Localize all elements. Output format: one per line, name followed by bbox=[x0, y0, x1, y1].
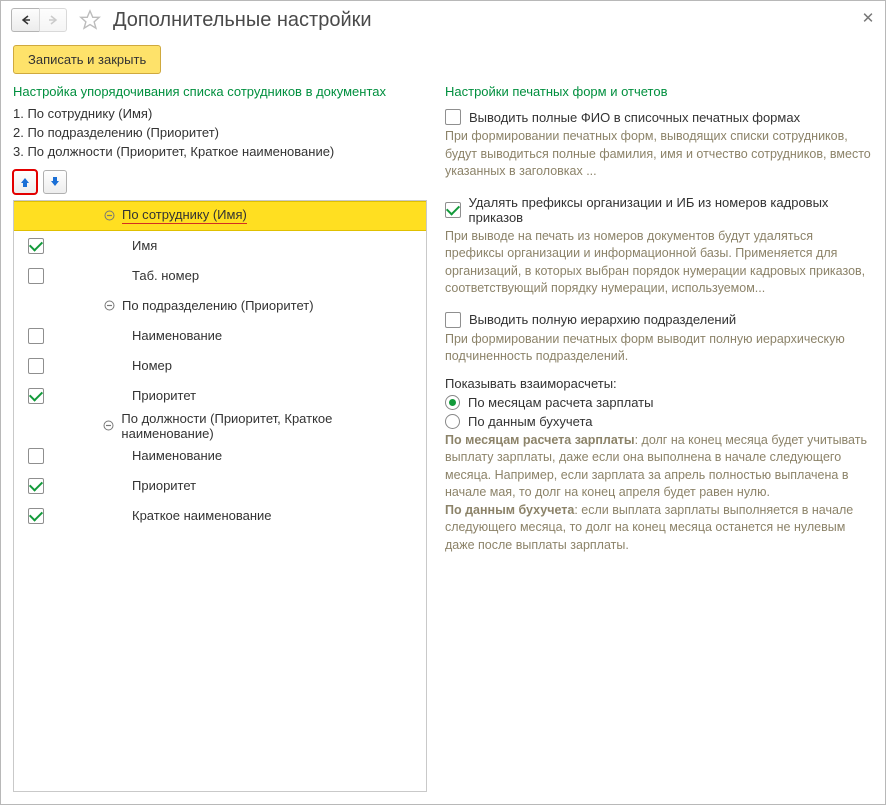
tree-item[interactable]: Краткое наименование bbox=[14, 501, 426, 531]
nav-back-button[interactable] bbox=[11, 8, 39, 32]
tree-item[interactable]: Наименование bbox=[14, 321, 426, 351]
mutual-help-bold1: По месяцам расчета зарплаты bbox=[445, 433, 635, 447]
radio-by-accounting[interactable] bbox=[445, 414, 460, 429]
tree-group-label: По должности (Приоритет, Краткое наимено… bbox=[121, 411, 426, 441]
window-title: Дополнительные настройки bbox=[113, 9, 372, 32]
radio-by-salary-months[interactable] bbox=[445, 395, 460, 410]
tree-item-label: Таб. номер bbox=[132, 268, 199, 283]
full-hierarchy-checkbox[interactable] bbox=[445, 312, 461, 328]
move-down-button[interactable] bbox=[43, 170, 67, 194]
ordering-tree[interactable]: По сотруднику (Имя) Имя Таб. номер bbox=[13, 200, 427, 792]
nav-forward-button[interactable] bbox=[39, 8, 67, 32]
radio-row-months: По месяцам расчета зарплаты bbox=[445, 395, 873, 410]
favorite-star-icon[interactable] bbox=[77, 7, 103, 33]
nav-back-forward bbox=[11, 8, 67, 32]
full-fio-checkbox[interactable] bbox=[445, 109, 461, 125]
tree-item-label: Приоритет bbox=[132, 478, 196, 493]
tree-item[interactable]: Имя bbox=[14, 231, 426, 261]
full-fio-label: Выводить полные ФИО в списочных печатных… bbox=[469, 110, 800, 125]
tree-item[interactable]: Приоритет bbox=[14, 471, 426, 501]
tree-item[interactable]: Наименование bbox=[14, 441, 426, 471]
checkbox-icon[interactable] bbox=[28, 508, 44, 524]
full-hierarchy-help: При формировании печатных форм выводит п… bbox=[445, 331, 873, 366]
tree-item[interactable]: Номер bbox=[14, 351, 426, 381]
checkbox-icon[interactable] bbox=[28, 268, 44, 284]
remove-prefix-help: При выводе на печать из номеров документ… bbox=[445, 228, 873, 298]
tree-item-label: Имя bbox=[132, 238, 157, 253]
ordering-line-3: 3. По должности (Приоритет, Краткое наим… bbox=[13, 143, 427, 162]
full-hierarchy-label: Выводить полную иерархию подразделений bbox=[469, 312, 736, 327]
tree-group-position[interactable]: По должности (Приоритет, Краткое наимено… bbox=[14, 411, 426, 441]
tree-item[interactable]: Приоритет bbox=[14, 381, 426, 411]
full-fio-help: При формировании печатных форм, выводящи… bbox=[445, 128, 873, 181]
toolbar: Записать и закрыть bbox=[1, 35, 885, 80]
left-column: Настройка упорядочивания списка сотрудни… bbox=[13, 84, 427, 792]
mutual-help-bold2: По данным бухучета bbox=[445, 503, 574, 517]
checkbox-icon[interactable] bbox=[28, 328, 44, 344]
ordering-line-1: 1. По сотруднику (Имя) bbox=[13, 105, 427, 124]
checkbox-icon[interactable] bbox=[28, 448, 44, 464]
checkbox-icon[interactable] bbox=[28, 238, 44, 254]
move-buttons bbox=[13, 170, 427, 194]
checkbox-icon[interactable] bbox=[28, 358, 44, 374]
tree-group-label: По сотруднику (Имя) bbox=[122, 207, 247, 224]
tree-item-label: Номер bbox=[132, 358, 172, 373]
window-root: Дополнительные настройки ✕ Записать и за… bbox=[0, 0, 886, 805]
right-column: Настройки печатных форм и отчетов Выводи… bbox=[445, 84, 873, 792]
left-section-title: Настройка упорядочивания списка сотрудни… bbox=[13, 84, 427, 99]
expand-toggle-icon[interactable] bbox=[102, 419, 116, 433]
radio-label-accounting: По данным бухучета bbox=[468, 414, 593, 429]
remove-prefix-checkbox[interactable] bbox=[445, 202, 461, 218]
mutual-help-text: По месяцам расчета зарплаты: долг на кон… bbox=[445, 432, 873, 555]
tree-item[interactable]: Таб. номер bbox=[14, 261, 426, 291]
move-up-button[interactable] bbox=[13, 170, 37, 194]
tree-item-label: Наименование bbox=[132, 448, 222, 463]
ordering-summary: 1. По сотруднику (Имя) 2. По подразделен… bbox=[13, 105, 427, 162]
checkbox-icon[interactable] bbox=[28, 388, 44, 404]
mutual-settlements-title: Показывать взаиморасчеты: bbox=[445, 376, 873, 391]
radio-row-accounting: По данным бухучета bbox=[445, 414, 873, 429]
content: Настройка упорядочивания списка сотрудни… bbox=[1, 80, 885, 804]
tree-item-label: Краткое наименование bbox=[132, 508, 272, 523]
tree-item-label: Приоритет bbox=[132, 388, 196, 403]
radio-label-months: По месяцам расчета зарплаты bbox=[468, 395, 653, 410]
tree-group-employee[interactable]: По сотруднику (Имя) bbox=[14, 201, 426, 231]
titlebar: Дополнительные настройки ✕ bbox=[1, 1, 885, 35]
expand-toggle-icon[interactable] bbox=[102, 209, 116, 223]
remove-prefix-row: Удалять префиксы организации и ИБ из ном… bbox=[445, 195, 873, 225]
full-hierarchy-row: Выводить полную иерархию подразделений bbox=[445, 312, 873, 328]
expand-toggle-icon[interactable] bbox=[102, 299, 116, 313]
remove-prefix-label: Удалять префиксы организации и ИБ из ном… bbox=[469, 195, 873, 225]
close-icon[interactable]: ✕ bbox=[859, 9, 877, 27]
tree-item-label: Наименование bbox=[132, 328, 222, 343]
ordering-line-2: 2. По подразделению (Приоритет) bbox=[13, 124, 427, 143]
right-section-title: Настройки печатных форм и отчетов bbox=[445, 84, 873, 99]
full-fio-row: Выводить полные ФИО в списочных печатных… bbox=[445, 109, 873, 125]
tree-group-label: По подразделению (Приоритет) bbox=[122, 298, 314, 313]
checkbox-icon[interactable] bbox=[28, 478, 44, 494]
tree-group-department[interactable]: По подразделению (Приоритет) bbox=[14, 291, 426, 321]
save-close-button[interactable]: Записать и закрыть bbox=[13, 45, 161, 74]
